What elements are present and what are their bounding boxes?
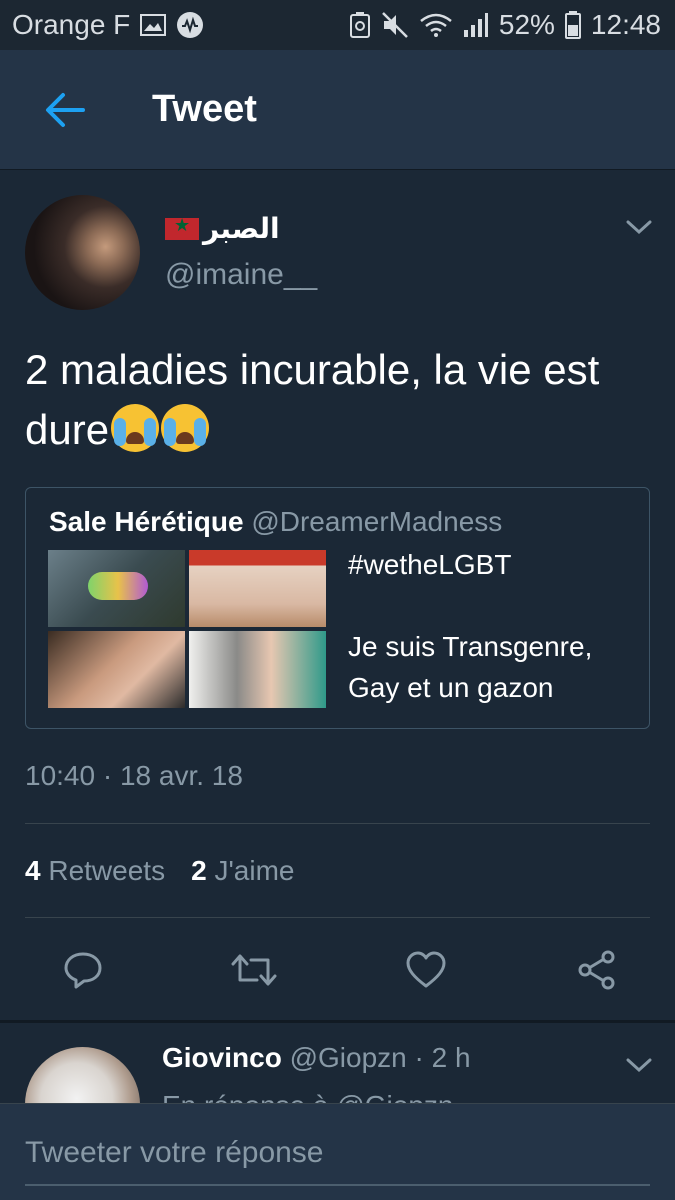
clock: 12:48 [590, 9, 661, 40]
back-button[interactable] [30, 80, 100, 140]
quoted-image [189, 631, 326, 708]
quoted-body: Je suis Transgenre, Gay et un gazon [348, 631, 593, 703]
divider [25, 823, 650, 824]
retweets-stat[interactable]: 4 Retweets [25, 855, 165, 887]
carrier-name: Orange F [12, 9, 131, 40]
reply-input[interactable] [25, 1130, 650, 1186]
tweet-timestamp: 10:40 · 18 avr. 18 [25, 760, 243, 791]
author-handle[interactable]: @imaine__ [165, 258, 317, 292]
likes-stat[interactable]: 2 J'aime [191, 855, 294, 887]
chevron-down-icon [626, 220, 652, 235]
quoted-image [48, 631, 185, 708]
retweet-icon [231, 954, 277, 986]
section-divider [0, 1020, 675, 1023]
quoted-author-handle: @DreamerMadness [251, 506, 503, 537]
status-bar-left: Orange F [12, 9, 204, 41]
quoted-image [189, 550, 326, 627]
tweet-text: 2 maladies incurable, la vie est dure [25, 340, 645, 460]
author-display-name[interactable]: الصبر [165, 212, 280, 245]
reply-button[interactable] [40, 940, 126, 1000]
arrow-left-icon [46, 92, 85, 127]
quoted-image [48, 550, 185, 627]
quoted-image-grid [48, 550, 328, 708]
status-bar-right: 52% 12:48 [349, 9, 661, 41]
mute-icon [381, 11, 409, 39]
quoted-hashtag: #wetheLGBT [348, 549, 512, 580]
share-button[interactable] [554, 940, 640, 1000]
retweets-count: 4 [25, 855, 41, 886]
author-avatar[interactable] [25, 195, 140, 310]
reply-icon [64, 952, 102, 989]
signal-icon [463, 12, 489, 38]
retweets-label: Retweets [48, 855, 166, 886]
battery-icon [564, 11, 581, 39]
battery-saver-icon [349, 11, 371, 39]
morocco-flag-icon [165, 215, 199, 240]
share-icon [578, 950, 615, 990]
likes-label: J'aime [214, 855, 295, 886]
page-title: Tweet [152, 88, 257, 130]
divider [25, 917, 650, 918]
quoted-tweet[interactable]: Sale Hérétique @DreamerMadness #wetheLGB… [25, 487, 650, 729]
likes-count: 2 [191, 855, 207, 886]
app-bar: Tweet [0, 50, 675, 170]
music-app-icon [176, 11, 204, 39]
reply-menu-button[interactable] [622, 1050, 656, 1080]
tweet-actions [40, 940, 640, 1000]
like-button[interactable] [383, 940, 469, 1000]
author-name-text: الصبر [203, 213, 280, 244]
tweet-stats: 4 Retweets 2 J'aime [25, 855, 294, 887]
quoted-tweet-header: Sale Hérétique @DreamerMadness [49, 506, 502, 538]
tweet-menu-button[interactable] [622, 212, 656, 242]
reply-composer [0, 1103, 675, 1200]
reply-author-name[interactable]: Giovinco [162, 1042, 282, 1073]
quoted-tweet-text: #wetheLGBT Je suis Transgenre, Gay et un… [348, 544, 638, 708]
reply-author-handle[interactable]: @Giopzn [290, 1042, 407, 1073]
heart-icon [406, 951, 446, 988]
retweet-button[interactable] [211, 940, 297, 1000]
reply-time: · 2 h [414, 1042, 471, 1073]
crying-face-emoji-icon [111, 404, 160, 452]
battery-percent: 52% [498, 9, 555, 40]
wifi-icon [419, 12, 453, 38]
chevron-down-icon [626, 1058, 652, 1073]
image-icon [140, 14, 167, 36]
reply-header: Giovinco @Giopzn · 2 h [162, 1042, 471, 1074]
quoted-author-name: Sale Hérétique [49, 506, 244, 537]
tweet-text-content: 2 maladies incurable, la vie est dure [25, 346, 600, 453]
status-bar: Orange F 52% 12:48 [0, 0, 675, 50]
crying-face-emoji-icon [161, 404, 210, 452]
